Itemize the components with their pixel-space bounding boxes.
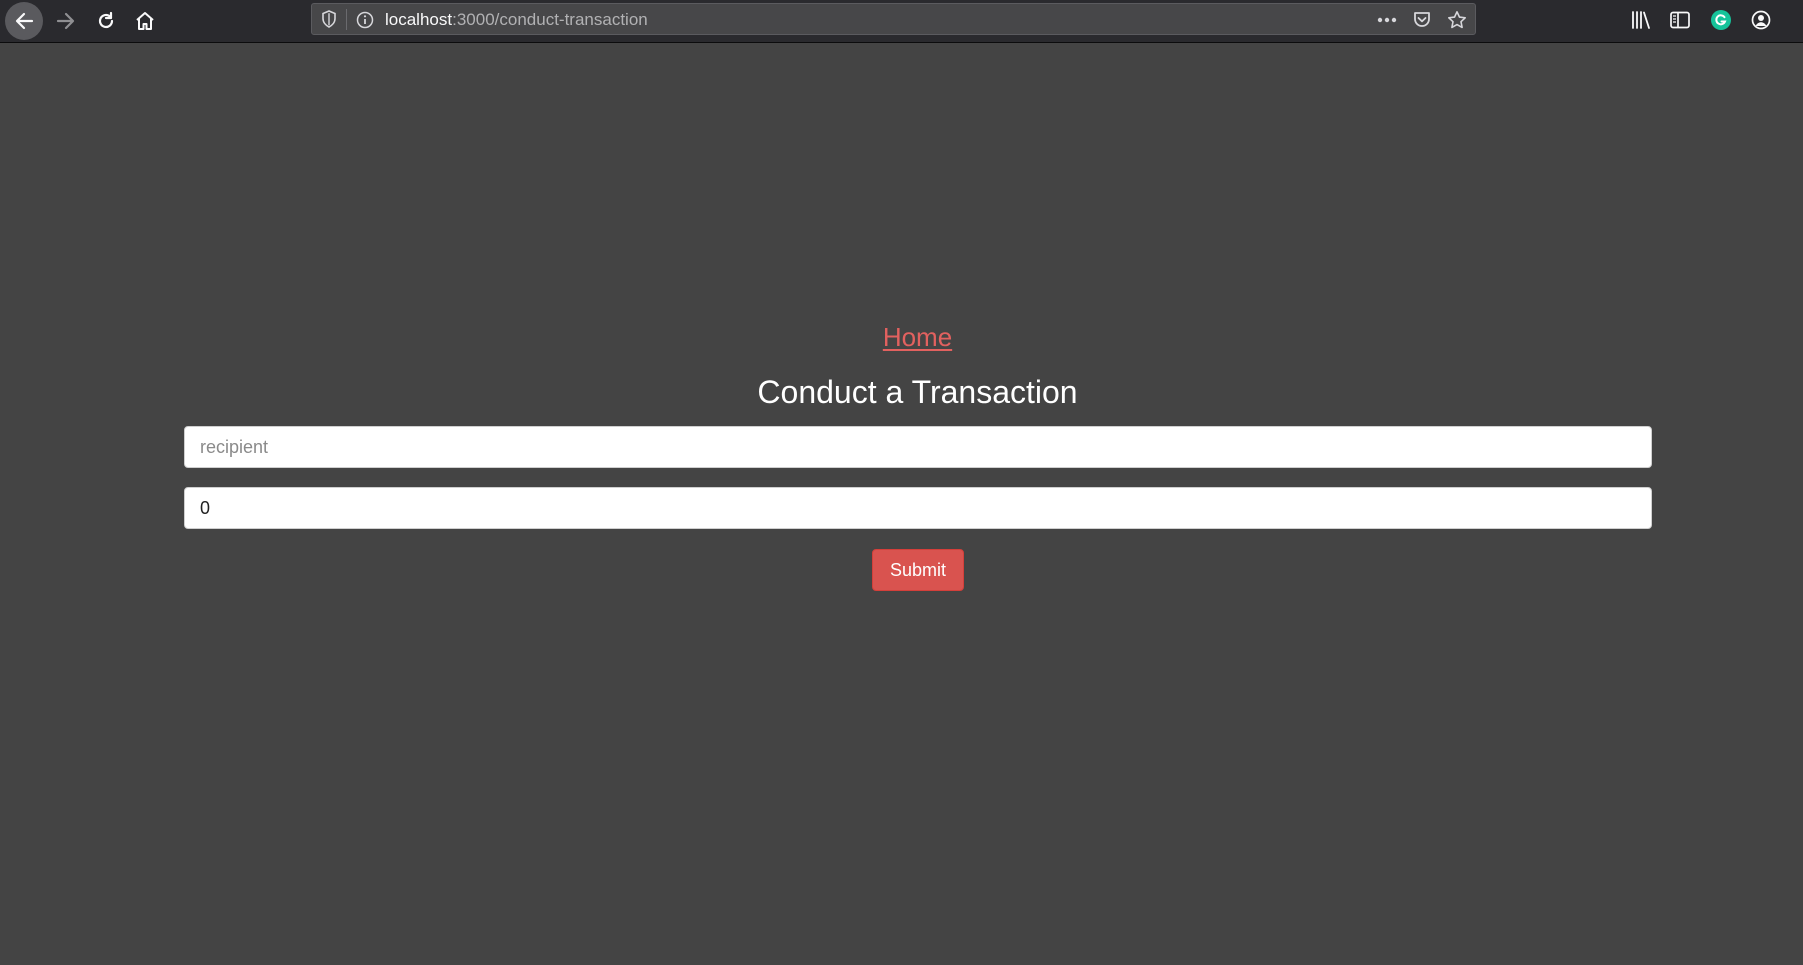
library-icon[interactable] xyxy=(1628,7,1654,33)
url-host: localhost xyxy=(385,10,453,29)
pocket-icon[interactable] xyxy=(1410,8,1434,32)
tracking-shield-icon[interactable] xyxy=(318,8,340,30)
page-title: Conduct a Transaction xyxy=(757,374,1078,410)
browser-toolbar: localhost:3000/conduct-transaction xyxy=(0,0,1803,43)
submit-button[interactable]: Submit xyxy=(872,549,964,591)
recipient-input[interactable] xyxy=(184,426,1652,468)
bookmark-star-icon[interactable] xyxy=(1445,8,1469,32)
url-path: :3000/conduct-transaction xyxy=(452,10,648,29)
reload-button[interactable] xyxy=(87,2,125,40)
back-button[interactable] xyxy=(5,2,43,40)
url-divider xyxy=(346,9,347,30)
address-bar[interactable]: localhost:3000/conduct-transaction xyxy=(311,3,1476,35)
forward-button[interactable] xyxy=(47,2,85,40)
url-text[interactable]: localhost:3000/conduct-transaction xyxy=(385,10,648,30)
more-actions-icon[interactable] xyxy=(1375,8,1399,32)
reload-icon xyxy=(95,10,117,32)
back-arrow-icon xyxy=(13,10,35,32)
home-button[interactable] xyxy=(126,2,164,40)
grammarly-icon[interactable] xyxy=(1708,7,1734,33)
site-info-icon[interactable] xyxy=(354,9,376,31)
page-content: Home Conduct a Transaction Submit xyxy=(0,43,1803,965)
forward-arrow-icon xyxy=(55,10,77,32)
account-icon[interactable] xyxy=(1748,7,1774,33)
home-link[interactable]: Home xyxy=(0,322,1803,353)
home-icon xyxy=(134,10,156,32)
amount-input[interactable] xyxy=(184,487,1652,529)
sidebar-icon[interactable] xyxy=(1667,7,1693,33)
